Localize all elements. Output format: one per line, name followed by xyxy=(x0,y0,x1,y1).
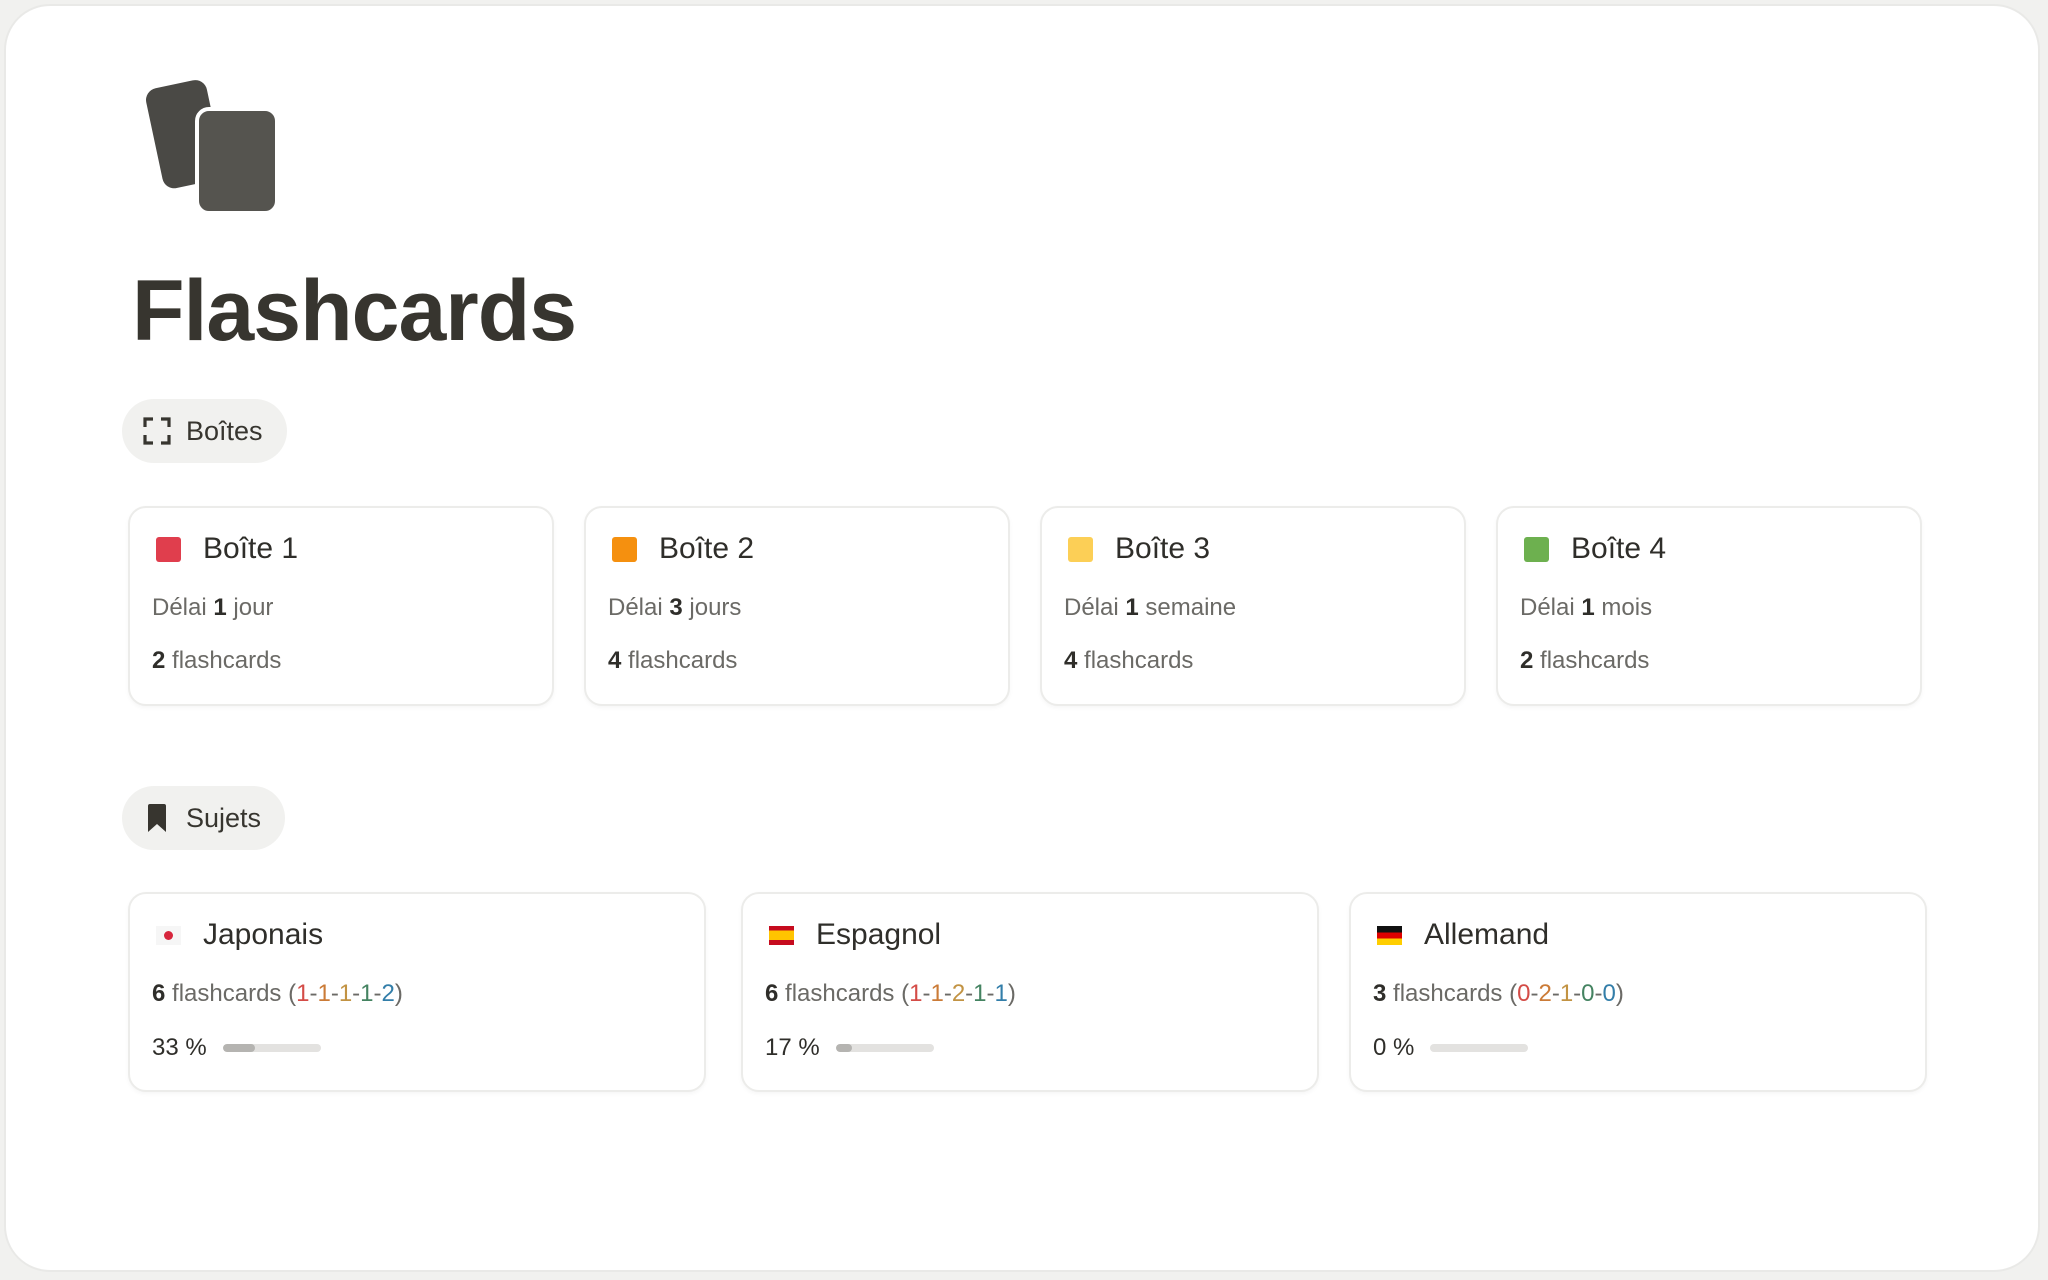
box-title: Boîte 2 xyxy=(659,532,755,565)
box-card-4[interactable]: Boîte 4 Délai 1 mois 2 flashcards xyxy=(1496,506,1922,706)
bookmark-icon xyxy=(142,803,172,833)
box-card-1[interactable]: Boîte 1 Délai 1 jour 2 flashcards xyxy=(128,506,554,706)
box-delay: Délai 1 mois xyxy=(1520,594,1653,621)
subject-count: 6 flashcards (1-1-1-1-2) xyxy=(152,980,403,1007)
progress: 33 % xyxy=(152,1034,321,1062)
box-delay: Délai 1 semaine xyxy=(1064,594,1237,621)
box-count: 4 flashcards xyxy=(608,647,738,674)
subject-title: Espagnol xyxy=(816,918,942,951)
progress-bar xyxy=(1430,1044,1529,1052)
subject-count: 3 flashcards (0-2-1-0-0) xyxy=(1373,980,1624,1007)
box-card-2[interactable]: Boîte 2 Délai 3 jours 4 flashcards xyxy=(584,506,1010,706)
page-title: Flashcards xyxy=(132,263,577,359)
subject-title: Allemand xyxy=(1424,918,1550,951)
section-header-boites[interactable]: Boîtes xyxy=(122,399,287,463)
subject-title: Japonais xyxy=(203,918,324,951)
progress-percent: 0 % xyxy=(1373,1034,1415,1061)
progress: 0 % xyxy=(1373,1034,1529,1062)
box-title: Boîte 4 xyxy=(1571,532,1667,565)
progress-bar xyxy=(835,1044,934,1052)
green-square-icon xyxy=(1524,536,1549,562)
progress: 17 % xyxy=(765,1034,934,1062)
spain-flag-icon xyxy=(769,925,794,945)
orange-square-icon xyxy=(612,536,637,562)
subject-count: 6 flashcards (1-1-2-1-1) xyxy=(765,980,1016,1007)
section-label: Boîtes xyxy=(186,415,263,446)
box-card-3[interactable]: Boîte 3 Délai 1 semaine 4 flashcards xyxy=(1040,506,1466,706)
japan-flag-icon xyxy=(156,925,181,945)
box-delay: Délai 1 jour xyxy=(152,594,274,621)
progress-percent: 33 % xyxy=(152,1034,207,1061)
yellow-square-icon xyxy=(1068,536,1093,562)
germany-flag-icon xyxy=(1377,925,1402,945)
section-header-sujets[interactable]: Sujets xyxy=(122,786,286,850)
box-count: 2 flashcards xyxy=(152,647,282,674)
page-frame: Flashcards Boîtes Boîte 1 Délai 1 jour 2… xyxy=(4,4,2040,1272)
progress-bar-fill xyxy=(222,1044,256,1052)
progress-bar xyxy=(222,1044,321,1052)
box-count: 2 flashcards xyxy=(1520,647,1650,674)
dashed-square-icon xyxy=(142,416,172,446)
box-title: Boîte 3 xyxy=(1115,532,1211,565)
section-label: Sujets xyxy=(186,802,262,833)
box-title: Boîte 1 xyxy=(203,532,299,565)
red-square-icon xyxy=(156,536,181,562)
progress-percent: 17 % xyxy=(765,1034,820,1061)
flashcards-stack-icon xyxy=(146,80,279,215)
subject-card-allemand[interactable]: Allemand 3 flashcards (0-2-1-0-0) 0 % xyxy=(1349,892,1927,1092)
box-delay: Délai 3 jours xyxy=(608,594,742,621)
subject-card-espagnol[interactable]: Espagnol 6 flashcards (1-1-2-1-1) 17 % xyxy=(741,892,1319,1092)
progress-bar-fill xyxy=(835,1044,853,1052)
box-count: 4 flashcards xyxy=(1064,647,1194,674)
subject-card-japonais[interactable]: Japonais 6 flashcards (1-1-1-1-2) 33 % xyxy=(128,892,706,1092)
